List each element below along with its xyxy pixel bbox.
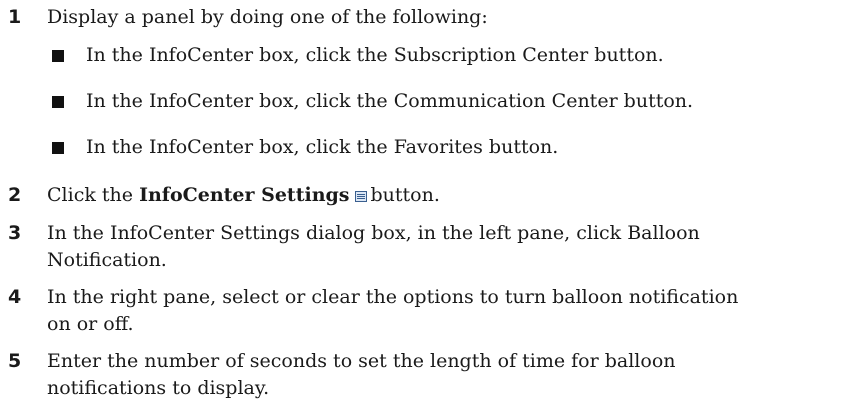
square-bullet-icon bbox=[52, 50, 64, 62]
step-text-line-1: In the right pane, select or clear the o… bbox=[47, 286, 739, 308]
square-bullet-icon bbox=[52, 142, 64, 154]
infocenter-settings-icon bbox=[354, 191, 367, 202]
bullet-text: In the InfoCenter box, click the Communi… bbox=[86, 90, 694, 112]
bullet-text: In the InfoCenter box, click the Subscri… bbox=[86, 44, 664, 66]
step-text-line-2: notifications to display. bbox=[47, 377, 270, 399]
step-number: 1 bbox=[8, 6, 22, 28]
step-text-line-1: In the InfoCenter Settings dialog box, i… bbox=[47, 222, 700, 244]
step-text-before: Click the bbox=[47, 184, 134, 206]
step-text-after: button. bbox=[370, 184, 440, 206]
step-number: 4 bbox=[8, 286, 22, 308]
step-number: 3 bbox=[8, 222, 22, 244]
bullet-text: In the InfoCenter box, click the Favorit… bbox=[86, 136, 559, 158]
infocenter-settings-label: InfoCenter Settings bbox=[139, 184, 350, 206]
procedure-document: 1 Display a panel by doing one of the fo… bbox=[0, 0, 848, 415]
step-text: Display a panel by doing one of the foll… bbox=[47, 6, 488, 28]
step-text-line-2: Notification. bbox=[47, 249, 167, 271]
step-text: Click the InfoCenter Settings button. bbox=[47, 182, 827, 209]
step-number: 5 bbox=[8, 350, 22, 372]
step-text-line-1: Enter the number of seconds to set the l… bbox=[47, 350, 676, 372]
step-number: 2 bbox=[8, 184, 22, 206]
square-bullet-icon bbox=[52, 96, 64, 108]
step-text-line-2: on or off. bbox=[47, 313, 134, 335]
